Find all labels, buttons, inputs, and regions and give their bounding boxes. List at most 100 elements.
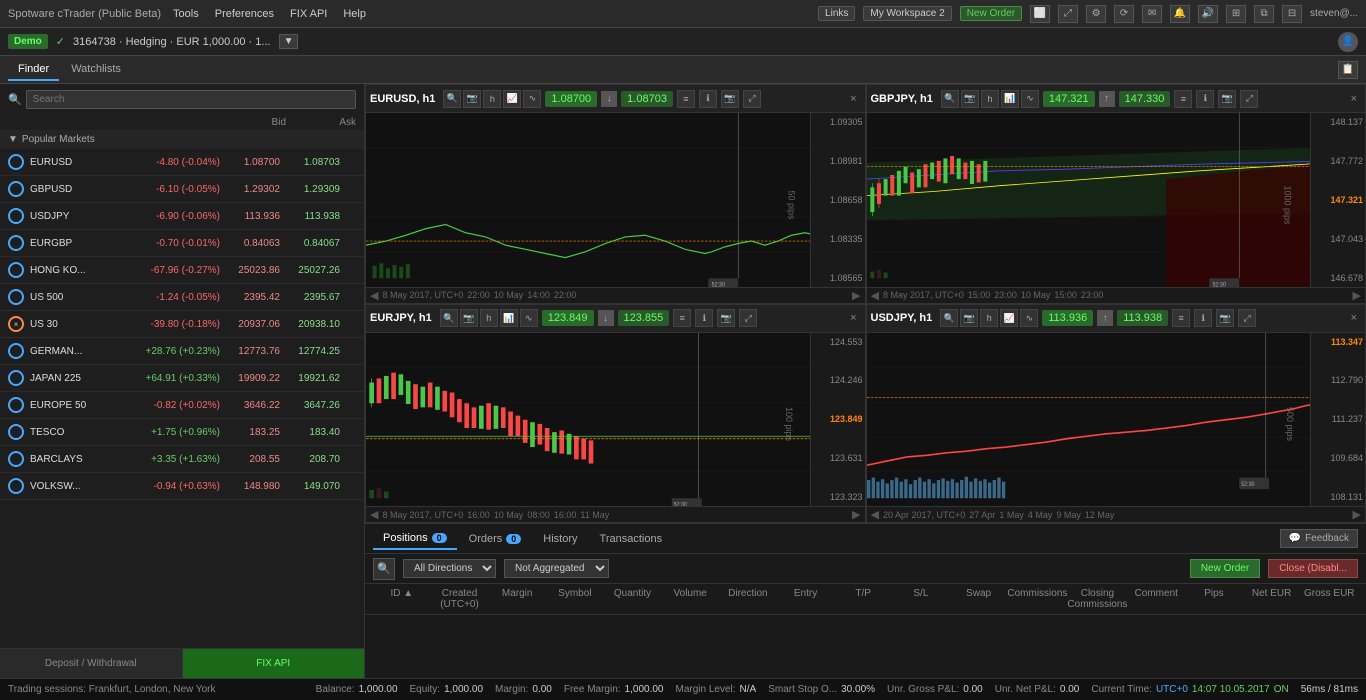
deposit-btn[interactable]: Deposit / Withdrawal [0,649,183,678]
grid-icon-btn[interactable]: ⊞ [1226,5,1246,23]
fullscreen-icon-btn[interactable]: ⤢ [1058,5,1078,23]
chart-gbpjpy-close[interactable]: × [1347,93,1361,105]
zoom-btn-3[interactable]: 🔍 [440,309,458,327]
chart-settings-btn-3[interactable]: ≡ [673,309,691,327]
search-input[interactable] [26,90,356,109]
prev-btn-2[interactable]: ◀ [871,289,879,302]
indicators-btn[interactable]: ∿ [523,90,541,108]
settings-icon-btn[interactable]: ⚙ [1086,5,1106,23]
new-order-top-btn[interactable]: New Order [960,6,1022,21]
prev-btn-4[interactable]: ◀ [871,508,879,521]
chart-settings-btn-4[interactable]: ≡ [1172,309,1190,327]
chart-eurusd-body[interactable]: 1.08700 52:30 50 pips 1.09305 1.08981 1.… [366,113,865,287]
market-group-header[interactable]: ▼ Popular Markets [0,130,364,149]
tab-history[interactable]: History [533,529,587,549]
nav-watchlists[interactable]: Watchlists [61,59,131,81]
tab-transactions[interactable]: Transactions [590,529,673,549]
prev-btn-3[interactable]: ◀ [370,508,378,521]
tab-orders[interactable]: Orders 0 [459,529,532,549]
market-row-europe 50[interactable]: EUROPE 50 -0.82 (+0.02%) 3646.22 3647.26 [0,392,364,419]
speaker-icon-btn[interactable]: 🔊 [1198,5,1218,23]
market-row-german...[interactable]: GERMAN... +28.76 (+0.23%) 12773.76 12774… [0,338,364,365]
avatar-btn[interactable]: 👤 [1338,32,1358,52]
menu-preferences[interactable]: Preferences [215,8,274,20]
chart-usdjpy-body[interactable]: 113.936 52:30 500 pips 113.347 112.790 1… [867,333,1366,507]
chart-eurusd-close[interactable]: × [846,93,860,105]
chart-screenshot5-btn[interactable]: 📷 [1216,309,1234,327]
workspace-btn[interactable]: My Workspace 2 [863,6,951,21]
timeframe-btn-4[interactable]: h [980,309,998,327]
indicators-btn-3[interactable]: ∿ [520,309,538,327]
chart-expand-btn-2[interactable]: ⤢ [1240,90,1258,108]
indicators-btn-2[interactable]: ∿ [1021,90,1039,108]
direction-select[interactable]: All Directions [403,559,496,578]
market-row-japan 225[interactable]: JAPAN 225 +64.91 (+0.33%) 19909.22 19921… [0,365,364,392]
market-row-eurgbp[interactable]: EURGBP -0.70 (-0.01%) 0.84063 0.84067 [0,230,364,257]
market-row-tesco[interactable]: TESCO +1.75 (+0.96%) 183.25 183.40 [0,419,364,446]
chart-settings-btn[interactable]: ≡ [677,90,695,108]
timeframe-btn[interactable]: h [483,90,501,108]
chart-expand-btn-3[interactable]: ⤢ [739,309,757,327]
prev-btn[interactable]: ◀ [370,289,378,302]
next-btn-4[interactable]: ▶ [1353,508,1361,521]
chart-settings-btn-2[interactable]: ≡ [1174,90,1192,108]
timeframe-btn-3[interactable]: h [480,309,498,327]
menu-help[interactable]: Help [343,8,366,20]
chart-screenshot2-btn[interactable]: 📷 [721,90,739,108]
feedback-btn[interactable]: 💬 Feedback [1280,529,1358,548]
chart-icon-btn[interactable]: ⬜ [1030,5,1050,23]
screenshot-btn-3[interactable]: 📷 [460,309,478,327]
chart-type-btn-3[interactable]: 📊 [500,309,518,327]
chart-info-btn-3[interactable]: ℹ [695,309,713,327]
bell-icon-btn[interactable]: 🔔 [1170,5,1190,23]
account-dropdown[interactable]: ▼ [279,34,299,49]
indicators-btn-4[interactable]: ∿ [1020,309,1038,327]
chart-type-btn-2[interactable]: 📊 [1001,90,1019,108]
market-row-gbpusd[interactable]: GBPUSD -6.10 (-0.05%) 1.29302 1.29309 [0,176,364,203]
tile-icon-btn[interactable]: ⊟ [1282,5,1302,23]
chart-info-btn[interactable]: ℹ [699,90,717,108]
chart-type-btn-4[interactable]: 📈 [1000,309,1018,327]
market-row-barclays[interactable]: BARCLAYS +3.35 (+1.63%) 208.55 208.70 [0,446,364,473]
market-row-volksw...[interactable]: VOLKSW... -0.94 (+0.63%) 148.980 149.070 [0,473,364,500]
zoom-btn-2[interactable]: 🔍 [941,90,959,108]
chart-info-btn-4[interactable]: ℹ [1194,309,1212,327]
chart-gbpjpy-body[interactable]: 147.321 52:30 1000 pips 148.137 147.772 … [867,113,1366,287]
email-icon-btn[interactable]: ✉ [1142,5,1162,23]
nav-notes-icon[interactable]: 📋 [1338,61,1358,79]
connect-icon-btn[interactable]: ⟳ [1114,5,1134,23]
close-disable-btn[interactable]: Close (Disabl... [1268,559,1358,578]
screenshot-btn[interactable]: 📷 [463,90,481,108]
links-btn[interactable]: Links [818,6,855,21]
chart-type-btn[interactable]: 📈 [503,90,521,108]
layout-icon-btn[interactable]: ⧉ [1254,5,1274,23]
bottom-new-order-btn[interactable]: New Order [1190,559,1260,578]
next-btn-3[interactable]: ▶ [852,508,860,521]
chart-screenshot3-btn[interactable]: 📷 [1218,90,1236,108]
tab-positions[interactable]: Positions 0 [373,528,457,550]
chart-info-btn-2[interactable]: ℹ [1196,90,1214,108]
chart-expand-btn-4[interactable]: ⤢ [1238,309,1256,327]
chart-usdjpy-close[interactable]: × [1347,312,1361,324]
next-btn[interactable]: ▶ [852,289,860,302]
chart-eurjpy-body[interactable]: 123.849 52:30 100 pips 124.553 124.246 1… [366,333,865,507]
screenshot-btn-2[interactable]: 📷 [961,90,979,108]
chart-expand-btn[interactable]: ⤢ [743,90,761,108]
search-small-btn[interactable]: 🔍 [373,558,395,580]
market-row-usdjpy[interactable]: USDJPY -6.90 (-0.06%) 113.936 113.938 [0,203,364,230]
market-row-us 500[interactable]: US 500 -1.24 (-0.05%) 2395.42 2395.67 [0,284,364,311]
market-row-hong ko...[interactable]: HONG KO... -67.96 (-0.27%) 25023.86 2502… [0,257,364,284]
menu-tools[interactable]: Tools [173,8,199,20]
screenshot-btn-4[interactable]: 📷 [960,309,978,327]
fix-api-btn[interactable]: FIX API [183,649,365,678]
market-row-eurusd[interactable]: EURUSD -4.80 (-0.04%) 1.08700 1.08703 [0,149,364,176]
next-btn-2[interactable]: ▶ [1353,289,1361,302]
chart-eurjpy-close[interactable]: × [846,312,860,324]
nav-finder[interactable]: Finder [8,59,59,81]
timeframe-btn-2[interactable]: h [981,90,999,108]
market-row-us 30[interactable]: × US 30 -39.80 (-0.18%) 20937.06 20938.1… [0,311,364,338]
zoom-btn[interactable]: 🔍 [443,90,461,108]
menu-fix-api[interactable]: FIX API [290,8,327,20]
zoom-btn-4[interactable]: 🔍 [940,309,958,327]
chart-screenshot4-btn[interactable]: 📷 [717,309,735,327]
